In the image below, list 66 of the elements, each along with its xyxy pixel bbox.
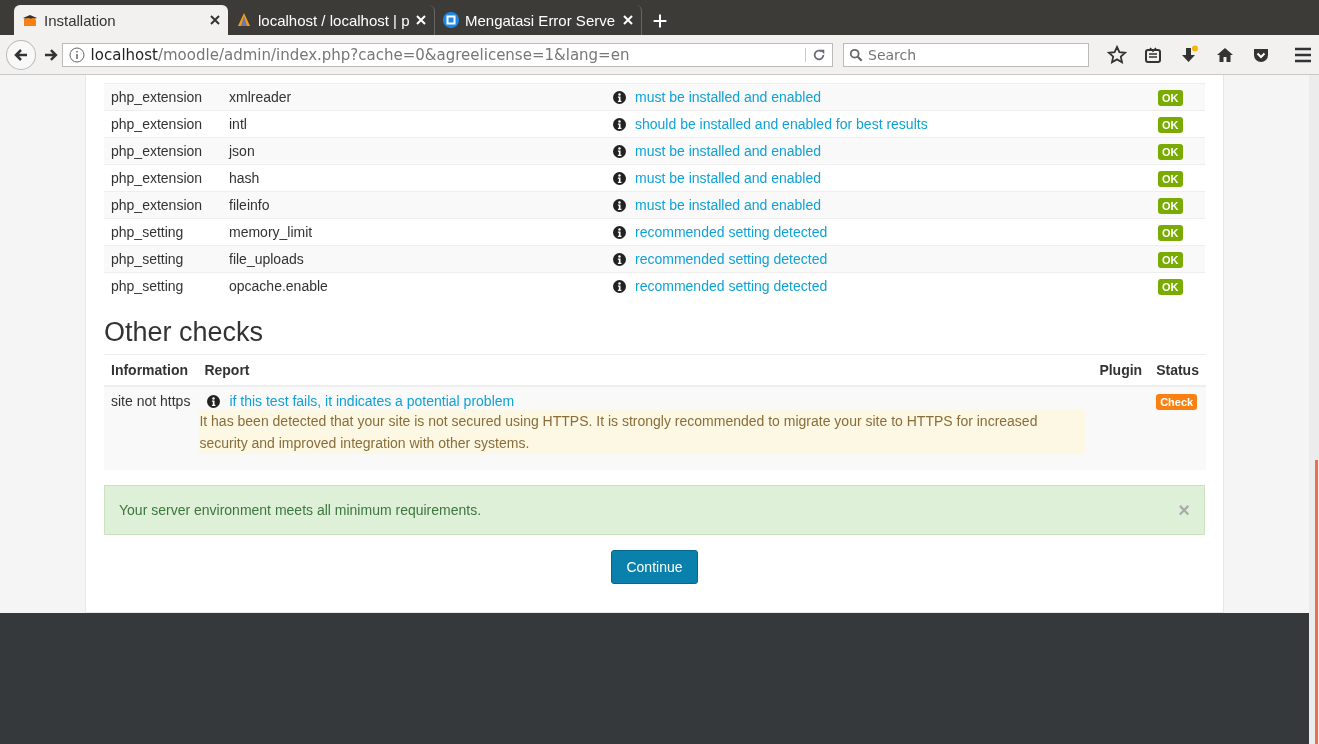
section-heading: Other checks: [104, 317, 265, 348]
table-cell: php_extension: [111, 89, 203, 105]
status-badge: OK: [1158, 117, 1183, 133]
table-cell: fileinfo: [229, 197, 270, 213]
status-badge: Check: [1156, 394, 1198, 410]
column-header: Information: [111, 362, 188, 378]
info-icon: [613, 199, 626, 212]
search-field[interactable]: Search: [843, 42, 1089, 67]
report-link[interactable]: must be installed and enabled: [635, 89, 822, 105]
report-link[interactable]: must be installed and enabled: [635, 197, 822, 213]
browser-tab[interactable]: Installation: [14, 5, 228, 35]
reload-icon[interactable]: [812, 47, 826, 62]
download-icon[interactable]: [1179, 44, 1199, 65]
status-badge: OK: [1158, 171, 1183, 187]
table-cell: json: [229, 143, 255, 159]
info-icon: [207, 395, 221, 408]
table-cell: php_setting: [111, 224, 184, 240]
info-icon: [613, 145, 626, 158]
status-badge: OK: [1158, 90, 1183, 106]
report-link[interactable]: must be installed and enabled: [635, 143, 822, 159]
address-bar[interactable]: localhost/moodle/admin/index.php?cache=0&agreelicense=1&lang=en: [61, 42, 833, 67]
info-icon: [613, 118, 626, 131]
table-cell: php_extension: [111, 170, 203, 186]
info-icon: [613, 253, 626, 266]
sail-logo-icon: [236, 12, 252, 28]
table-cell: php_setting: [111, 278, 184, 294]
status-badge: OK: [1158, 279, 1183, 295]
info-icon: [613, 91, 626, 104]
table-cell: php_extension: [111, 143, 203, 159]
star-icon[interactable]: [1107, 44, 1127, 65]
table-cell: intl: [229, 116, 247, 132]
table-cell: hash: [229, 170, 260, 186]
search-icon: [849, 47, 863, 62]
back-button[interactable]: [6, 39, 36, 70]
scrollbar-thumb[interactable]: [1315, 460, 1318, 744]
status-badge: OK: [1158, 225, 1183, 241]
square-logo-icon: [443, 12, 459, 28]
table-cell: file_uploads: [229, 251, 304, 267]
table-cell: site not https: [111, 393, 191, 409]
report-link[interactable]: must be installed and enabled: [635, 170, 822, 186]
info-icon: [613, 280, 626, 293]
report-link[interactable]: if this test fails, it indicates a potential problem: [229, 393, 515, 409]
info-icon[interactable]: [68, 46, 85, 63]
reading-list-icon[interactable]: [1143, 44, 1163, 65]
alert-message: Your server environment meets all minimum requirements.: [119, 502, 482, 518]
report-link[interactable]: recommended setting detected: [635, 224, 828, 240]
table-cell: php_extension: [111, 197, 203, 213]
table-cell: xmlreader: [229, 89, 292, 105]
table-cell: php_setting: [111, 251, 184, 267]
continue-button[interactable]: Continue: [611, 550, 698, 584]
close-icon[interactable]: ×: [1178, 498, 1190, 522]
status-badge: OK: [1158, 144, 1183, 160]
column-header: Report: [204, 362, 250, 378]
table-cell: memory_limit: [229, 224, 313, 240]
info-icon: [613, 226, 626, 239]
table-cell: php_extension: [111, 116, 203, 132]
report-link[interactable]: recommended setting detected: [635, 278, 828, 294]
column-header: Status: [1156, 362, 1199, 378]
status-badge: OK: [1158, 198, 1183, 214]
report-link[interactable]: should be installed and enabled for best results: [635, 116, 928, 132]
column-header: Plugin: [1099, 362, 1143, 378]
status-badge: OK: [1158, 252, 1183, 268]
table-cell: opcache.enable: [229, 278, 328, 294]
warning-note: It has been detected that your site is not secured using HTTPS. It is strongly recommended to migrate your site to HTTPS for increased security and improved integration with other systems.: [199, 410, 1086, 454]
close-icon[interactable]: [210, 15, 220, 25]
info-icon: [613, 172, 626, 185]
